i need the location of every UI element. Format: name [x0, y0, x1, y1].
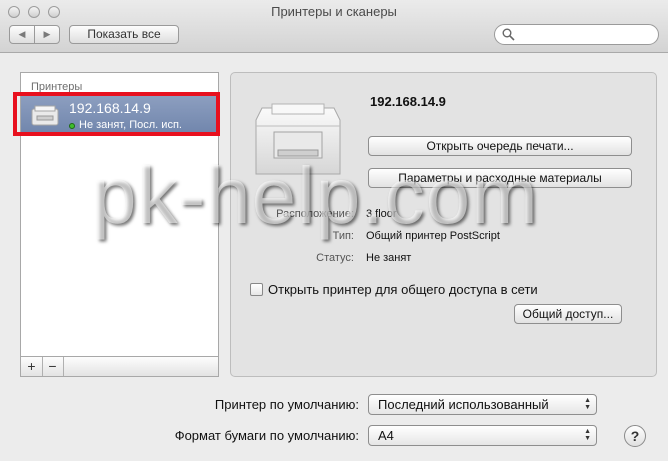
printer-name-title: 192.168.14.9: [370, 94, 446, 109]
default-printer-value: Последний использованный: [378, 397, 549, 412]
default-printer-select[interactable]: Последний использованный ▲ ▼: [368, 394, 597, 415]
back-button[interactable]: ◀: [10, 26, 34, 43]
highlight-annotation-box: [13, 92, 220, 136]
help-button[interactable]: ?: [624, 425, 646, 447]
status-value: Не занят: [366, 252, 412, 264]
popup-arrows-icon: ▲ ▼: [584, 428, 591, 442]
share-printer-label: Открыть принтер для общего доступа в сет…: [268, 282, 538, 297]
status-label: Статус:: [316, 252, 354, 264]
paper-size-value: A4: [378, 428, 394, 443]
show-all-button[interactable]: Показать все: [69, 25, 179, 44]
list-edit-bar: + −: [20, 356, 219, 377]
search-field[interactable]: [494, 24, 659, 45]
remove-printer-button[interactable]: −: [42, 357, 64, 376]
forward-arrow-icon: ▶: [43, 29, 51, 39]
window-title: Принтеры и сканеры: [271, 4, 397, 19]
window-titlebar: Принтеры и сканеры ◀ ▶ Показать все: [0, 0, 668, 53]
popup-arrows-icon: ▲ ▼: [584, 397, 591, 411]
back-arrow-icon: ◀: [18, 29, 26, 39]
search-icon: [502, 28, 515, 41]
watermark-text: pk-help.com: [92, 151, 539, 240]
paper-size-select[interactable]: A4 ▲ ▼: [368, 425, 597, 446]
add-printer-button[interactable]: +: [21, 357, 43, 376]
navigation-buttons: ◀ ▶: [9, 25, 60, 44]
forward-button[interactable]: ▶: [34, 26, 59, 43]
sharing-preferences-button[interactable]: Общий доступ...: [514, 304, 622, 324]
default-printer-label: Принтер по умолчанию:: [214, 397, 359, 412]
paper-size-label: Формат бумаги по умолчанию:: [174, 428, 359, 443]
share-printer-checkbox[interactable]: [250, 283, 263, 296]
